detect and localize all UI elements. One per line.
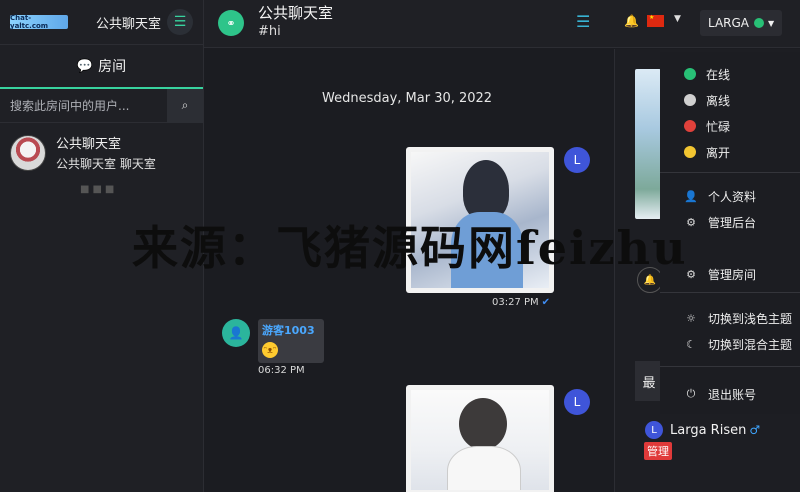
status-online[interactable]: 在线 <box>660 62 800 86</box>
admin-badge: 管理 <box>644 442 672 460</box>
search-input[interactable] <box>0 88 167 123</box>
read-check-icon: ✔ <box>541 297 551 308</box>
menu-item-label: 切换到浅色主题 <box>708 311 793 326</box>
tab-rooms-label: 房间 <box>98 59 127 75</box>
image-message[interactable] <box>406 147 554 293</box>
room-name: 公共聊天室 <box>56 137 122 152</box>
china-flag-icon[interactable] <box>647 14 664 27</box>
male-icon: ♂ <box>749 423 761 437</box>
site-title: 公共聊天室 <box>96 16 162 32</box>
message-image[interactable] <box>411 390 549 490</box>
list-menu-icon[interactable]: ☰ <box>167 9 193 35</box>
chat-bubbles-icon: 💬 <box>76 58 94 74</box>
avatar[interactable]: L <box>564 147 590 173</box>
site-logo[interactable]: Chat-yaltc.com <box>10 14 68 30</box>
user-menu-button[interactable]: LARGA ▼ <box>700 10 782 36</box>
menu-divider <box>660 172 800 173</box>
banner-image <box>635 69 661 219</box>
power-icon: ⏻ <box>686 387 696 400</box>
menu-item-light-theme[interactable]: ☼ 切换到浅色主题 <box>660 306 800 330</box>
menu-item-label: 个人资料 <box>708 189 757 204</box>
menu-item-label: 管理后台 <box>708 215 757 230</box>
menu-item-admin[interactable]: ⚙ 管理后台 <box>660 210 800 234</box>
status-busy[interactable]: 忙碌 <box>660 114 800 138</box>
sidebar-header: Chat-yaltc.com 公共聊天室 ☰ <box>0 0 203 45</box>
member-avatar: L <box>645 421 663 439</box>
moon-icon: ☾ <box>686 337 696 351</box>
grin-emoji-icon: ᵔᴥᵔ <box>262 342 278 358</box>
user-icon: 👤 <box>684 189 698 203</box>
message-area: Wednesday, Mar 30, 2022 L 03:27 PM ✔ 👤 游客… <box>204 49 614 492</box>
menu-item-mixed-theme[interactable]: ☾ 切换到混合主题 <box>660 332 800 356</box>
menu-divider <box>660 292 800 293</box>
date-separator: Wednesday, Mar 30, 2022 <box>322 91 493 106</box>
user-search: ⌕ <box>0 88 203 123</box>
status-away[interactable]: 离开 <box>660 140 800 164</box>
avatar[interactable]: L <box>564 389 590 415</box>
room-subtitle: 公共聊天室 聊天室 <box>56 157 156 171</box>
sun-icon: ☼ <box>686 311 696 325</box>
tab-rooms[interactable]: 💬 房间 <box>0 45 203 89</box>
member-name: Larga Risen <box>670 422 747 438</box>
logo-text: Chat-yaltc.com <box>10 14 49 30</box>
message-time: 03:27 PM ✔ <box>492 297 550 308</box>
busy-dot-icon <box>684 120 696 132</box>
user-dropdown-menu: 在线 离线 忙碌 离开 👤 个人资料 ⚙ 管理后台 ⚙ 管理房间 ☼ 切换到浅色主题 ☾… <box>660 52 800 414</box>
admin-icon: ⚙ <box>686 215 696 229</box>
room-link-icon: ⚭ <box>218 10 244 36</box>
room-avatar <box>10 134 46 171</box>
guest-avatar-icon[interactable]: 👤 <box>222 319 250 347</box>
away-dot-icon <box>684 146 696 158</box>
menu-divider <box>660 366 800 367</box>
offline-dot-icon <box>684 94 696 106</box>
status-offline[interactable]: 离线 <box>660 88 800 112</box>
menu-icon[interactable]: ☰ <box>576 12 590 31</box>
loading-dots: ■■■ <box>80 184 118 195</box>
language-caret-icon[interactable]: ▼ <box>674 14 681 24</box>
status-label: 在线 <box>706 67 731 82</box>
menu-item-label: 退出账号 <box>708 387 757 402</box>
search-icon[interactable]: ⌕ <box>167 88 203 123</box>
user-label: LARGA <box>708 16 750 30</box>
menu-item-logout[interactable]: ⏻ 退出账号 <box>660 382 800 406</box>
chat-header: ⚭ 公共聊天室 #hi ☰ 🔔 ▼ LARGA ▼ <box>204 0 800 48</box>
room-title: 公共聊天室 <box>258 4 334 22</box>
message-time: 06:32 PM <box>258 365 305 376</box>
menu-item-manage-room[interactable]: ⚙ 管理房间 <box>660 262 800 286</box>
text-message[interactable]: 游客1003 ᵔᴥᵔ <box>258 319 324 363</box>
menu-item-label: 切换到混合主题 <box>708 337 793 352</box>
message-time-text: 03:27 PM <box>492 297 539 308</box>
message-image[interactable] <box>411 152 549 288</box>
menu-item-label: 管理房间 <box>708 267 757 282</box>
side-button[interactable]: 最 <box>635 361 663 401</box>
status-label: 离开 <box>706 145 731 160</box>
room-item[interactable]: 公共聊天室 公共聊天室 聊天室 <box>0 123 203 182</box>
room-subtitle: #hi <box>258 24 281 39</box>
status-label: 忙碌 <box>706 119 731 134</box>
menu-item-profile[interactable]: 👤 个人资料 <box>660 184 800 208</box>
bell-icon[interactable]: 🔔 <box>624 14 639 28</box>
status-label: 离线 <box>706 93 731 108</box>
member-item[interactable]: L Larga Risen ♂ <box>645 421 760 439</box>
online-dot-icon <box>684 68 696 80</box>
chevron-down-icon: ▼ <box>768 18 775 28</box>
sender-name[interactable]: 游客1003 <box>262 322 320 338</box>
online-status-icon <box>754 18 765 28</box>
image-message[interactable] <box>406 385 554 492</box>
room-settings-icon: ⚙ <box>686 267 696 281</box>
sidebar: Chat-yaltc.com 公共聊天室 ☰ 💬 房间 ⌕ 公共聊天室 公共聊天… <box>0 0 204 492</box>
